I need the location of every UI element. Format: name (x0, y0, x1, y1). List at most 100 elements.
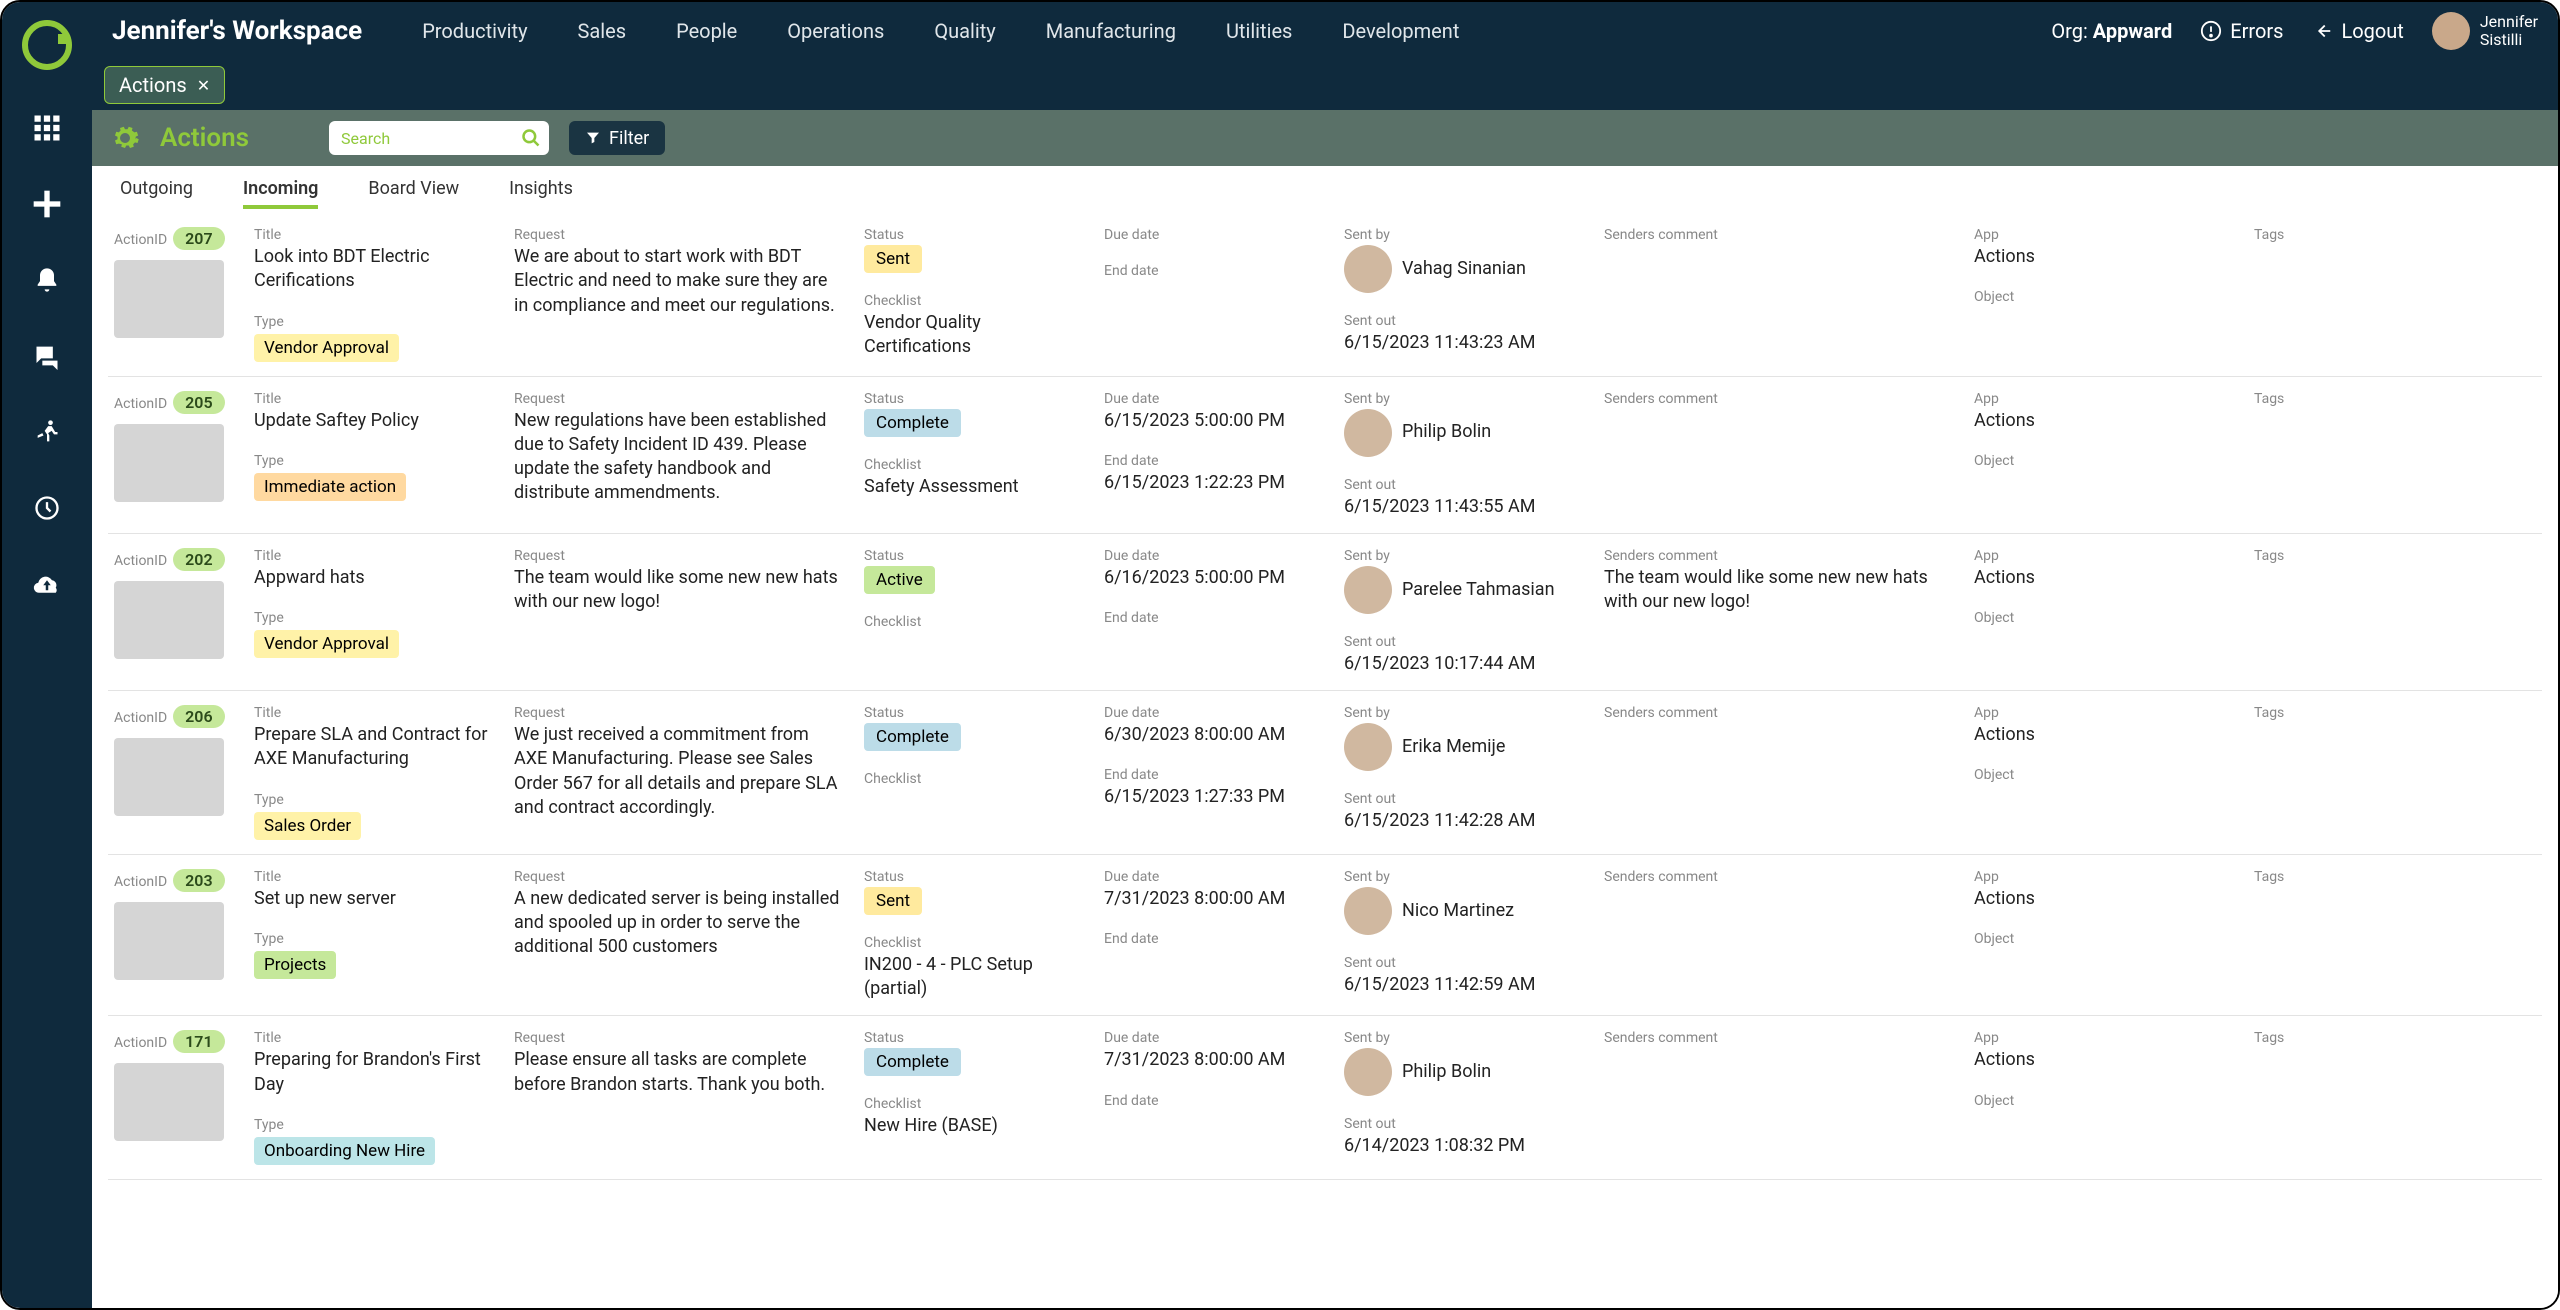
thumbnail (114, 738, 224, 816)
sender-name: Erika Memije (1402, 735, 1505, 759)
tab-outgoing[interactable]: Outgoing (120, 178, 193, 209)
title-label: Title (254, 869, 492, 885)
app-label: App (1974, 391, 2232, 407)
close-icon[interactable]: ✕ (197, 76, 210, 95)
workspace-title: Jennifer's Workspace (112, 16, 362, 46)
end-date-label: End date (1104, 453, 1322, 469)
search-icon[interactable] (521, 128, 541, 148)
chat-icon[interactable] (29, 338, 65, 374)
status-label: Status (864, 548, 1082, 564)
sent-out-value: 6/15/2023 11:43:55 AM (1344, 495, 1582, 519)
type-label: Type (254, 314, 492, 330)
nav-utilities[interactable]: Utilities (1226, 19, 1292, 43)
nav-operations[interactable]: Operations (787, 19, 884, 43)
title-label: Title (254, 548, 492, 564)
sender-row: Vahag Sinanian (1344, 245, 1582, 293)
type-pill: Vendor Approval (254, 630, 399, 658)
action-row[interactable]: ActionID203 Title Set up new server Type… (108, 855, 2542, 1017)
app-value: Actions (1974, 566, 2232, 590)
actionid-label: ActionID (114, 396, 167, 412)
sender-name: Philip Bolin (1402, 1060, 1491, 1084)
tags-label: Tags (2254, 869, 2536, 885)
checklist-value: Safety Assessment (864, 475, 1082, 499)
page-title: Actions (160, 123, 249, 153)
type-label: Type (254, 453, 492, 469)
nav-people[interactable]: People (676, 19, 737, 43)
logout-button[interactable]: Logout (2311, 19, 2403, 43)
actionid-label: ActionID (114, 1035, 167, 1051)
tags-label: Tags (2254, 227, 2536, 243)
due-date-label: Due date (1104, 548, 1322, 564)
title-value: Appward hats (254, 566, 492, 590)
request-label: Request (514, 227, 842, 243)
due-date-value: 6/30/2023 8:00:00 AM (1104, 723, 1322, 747)
action-row[interactable]: ActionID202 Title Appward hats Type Vend… (108, 534, 2542, 691)
apps-grid-icon[interactable] (29, 110, 65, 146)
tab-incoming[interactable]: Incoming (243, 178, 318, 209)
due-date-value: 7/31/2023 8:00:00 AM (1104, 1048, 1322, 1072)
actionid-pill: 206 (173, 705, 224, 728)
due-date-label: Due date (1104, 705, 1322, 721)
actionid-label: ActionID (114, 232, 167, 248)
filter-button[interactable]: Filter (569, 121, 665, 155)
sent-by-label: Sent by (1344, 548, 1582, 564)
arrow-left-icon (2311, 20, 2333, 42)
due-date-label: Due date (1104, 391, 1322, 407)
errors-button[interactable]: Errors (2200, 19, 2283, 43)
type-pill: Vendor Approval (254, 334, 399, 362)
status-label: Status (864, 869, 1082, 885)
status-pill: Sent (864, 245, 922, 273)
checklist-value: IN200 - 4 - PLC Setup (partial) (864, 953, 1082, 1002)
alert-icon (2200, 20, 2222, 42)
main-area: Jennifer's Workspace Productivity Sales … (92, 2, 2558, 1308)
user-badge[interactable]: Jennifer Sistilli (2432, 12, 2538, 50)
object-label: Object (1974, 453, 2232, 469)
bell-icon[interactable] (29, 262, 65, 298)
tags-label: Tags (2254, 391, 2536, 407)
type-pill: Sales Order (254, 812, 361, 840)
tab-actions[interactable]: Actions ✕ (104, 66, 225, 104)
running-icon[interactable] (29, 414, 65, 450)
end-date-label: End date (1104, 1093, 1322, 1109)
action-row[interactable]: ActionID207 Title Look into BDT Electric… (108, 213, 2542, 377)
action-row[interactable]: ActionID171 Title Preparing for Brandon'… (108, 1016, 2542, 1180)
app-value: Actions (1974, 1048, 2232, 1072)
object-label: Object (1974, 610, 2232, 626)
title-label: Title (254, 705, 492, 721)
sent-by-label: Sent by (1344, 227, 1582, 243)
sender-row: Nico Martinez (1344, 887, 1582, 935)
action-row[interactable]: ActionID205 Title Update Saftey Policy T… (108, 377, 2542, 534)
thumbnail (114, 581, 224, 659)
search-input[interactable] (329, 121, 549, 155)
status-pill: Active (864, 566, 935, 594)
plus-icon[interactable] (29, 186, 65, 222)
nav-manufacturing[interactable]: Manufacturing (1046, 19, 1176, 43)
nav-productivity[interactable]: Productivity (422, 19, 527, 43)
tab-insights[interactable]: Insights (509, 178, 573, 209)
request-value: A new dedicated server is being installe… (514, 887, 842, 960)
actionid-label: ActionID (114, 710, 167, 726)
nav-quality[interactable]: Quality (934, 19, 995, 43)
app-value: Actions (1974, 887, 2232, 911)
status-label: Status (864, 391, 1082, 407)
tab-board-view[interactable]: Board View (368, 178, 459, 209)
object-label: Object (1974, 289, 2232, 305)
sender-row: Philip Bolin (1344, 409, 1582, 457)
action-row[interactable]: ActionID 206 Title Prepare SLA and Contra… (108, 691, 2542, 855)
title-label: Title (254, 391, 492, 407)
checklist-value: New Hire (BASE) (864, 1114, 1082, 1138)
cloud-upload-icon[interactable] (29, 566, 65, 602)
title-value: Prepare SLA and Contract for AXE Manufac… (254, 723, 492, 772)
filter-icon (585, 130, 601, 146)
checklist-label: Checklist (864, 457, 1082, 473)
clock-icon[interactable] (29, 490, 65, 526)
sent-by-label: Sent by (1344, 705, 1582, 721)
nav-sales[interactable]: Sales (578, 19, 627, 43)
sender-avatar (1344, 1048, 1392, 1096)
title-label: Title (254, 1030, 492, 1046)
sender-avatar (1344, 723, 1392, 771)
object-label: Object (1974, 767, 2232, 783)
nav-development[interactable]: Development (1342, 19, 1459, 43)
top-bar: Jennifer's Workspace Productivity Sales … (92, 2, 2558, 60)
title-value: Set up new server (254, 887, 492, 911)
